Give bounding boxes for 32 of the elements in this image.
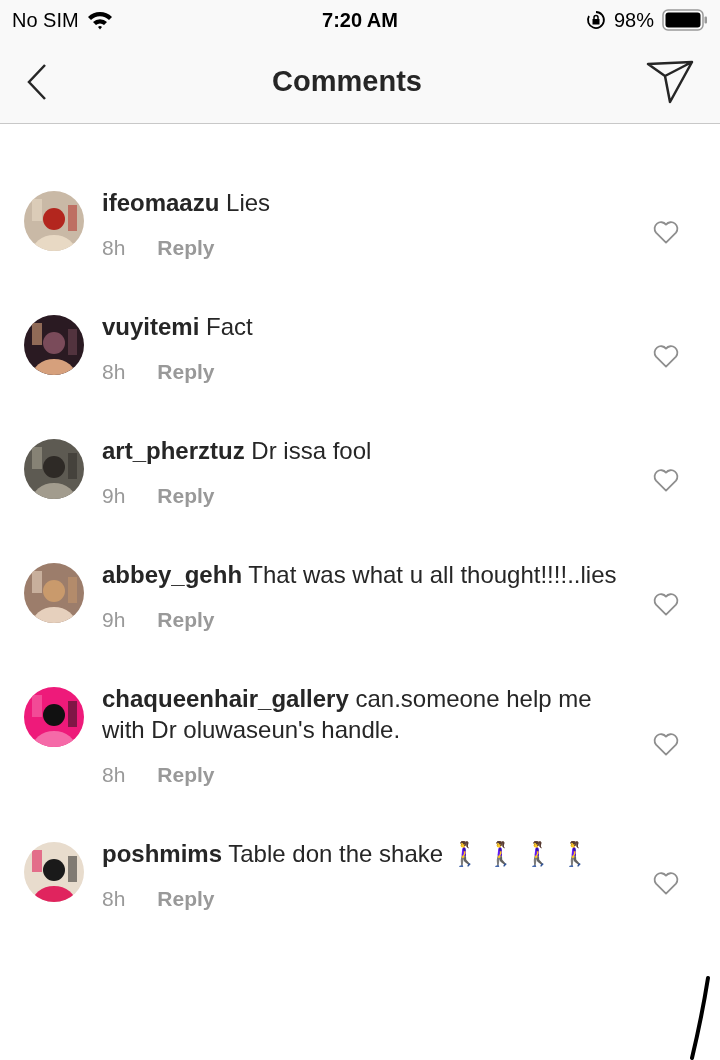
comment-time: 8h (102, 763, 126, 787)
comment-text: abbey_gehh That was what u all thought!!!!..lies (102, 560, 618, 590)
battery-percent: 98% (613, 8, 654, 32)
heart-icon[interactable] (653, 220, 679, 245)
comment-time: 8h (102, 360, 126, 384)
heart-icon[interactable] (653, 592, 679, 617)
comment-time: 9h (102, 484, 126, 508)
heart-icon[interactable] (653, 871, 679, 896)
reply-button[interactable]: Reply (157, 887, 215, 911)
comment-text: vuyitemi Fact (102, 312, 254, 342)
heart-icon[interactable] (653, 468, 679, 493)
comment-time: 9h (102, 608, 126, 632)
reply-button[interactable]: Reply (157, 360, 215, 384)
reply-button[interactable]: Reply (157, 608, 215, 632)
status-time: 7:20 AM (322, 8, 398, 32)
send-button[interactable] (646, 59, 694, 104)
page-title: Comments (272, 65, 422, 98)
reply-button[interactable]: Reply (157, 484, 215, 508)
comment-time: 8h (102, 887, 126, 911)
comment-text: ifeomaazu Lies (102, 188, 272, 218)
wifi-icon (86, 10, 113, 30)
rotation-lock-icon (585, 10, 606, 30)
comment-text: chaqueenhair_gallery can.someone help me with Dr oluwaseun's handle. (102, 684, 593, 745)
comment-time: 8h (102, 236, 126, 260)
battery-icon (662, 9, 708, 31)
comment-text: poshmims Table don the shake 🚶‍♀ 🚶‍♀ 🚶‍♀ 🚶‍♀ (102, 839, 591, 869)
heart-icon[interactable] (653, 732, 679, 757)
reply-button[interactable]: Reply (157, 763, 215, 787)
heart-icon[interactable] (653, 344, 679, 369)
comment-text: art_pherztuz Dr issa fool (102, 436, 373, 466)
carrier-label: No SIM (12, 8, 79, 32)
reply-button[interactable]: Reply (157, 236, 215, 260)
